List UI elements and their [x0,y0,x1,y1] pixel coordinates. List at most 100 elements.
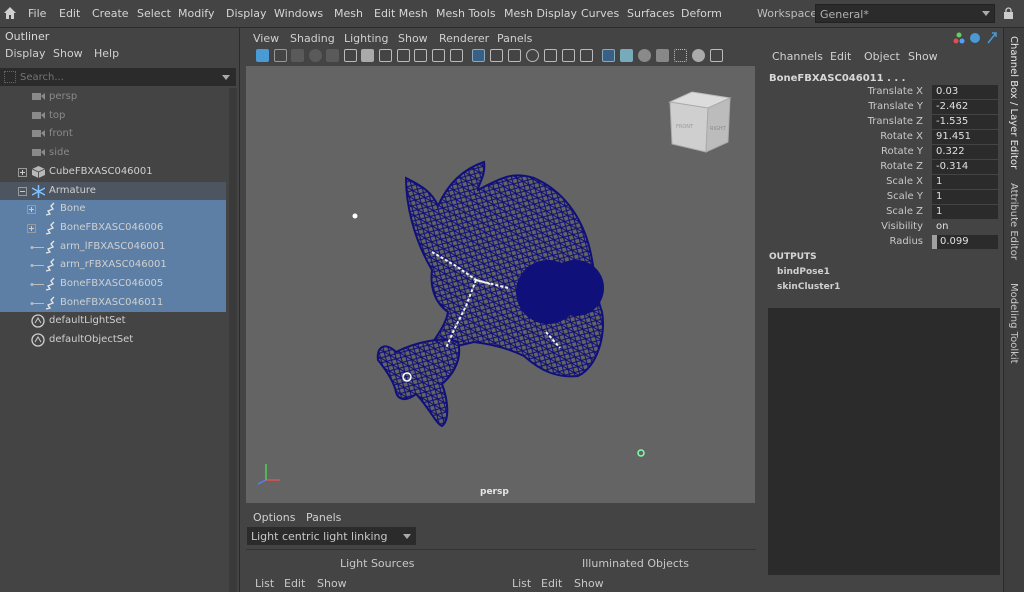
ll-right-list[interactable]: List [512,577,531,590]
attr-scale-z[interactable]: Scale Z 1 [762,205,998,220]
attr-value[interactable]: 1 [932,205,998,219]
viewport-menu-lighting[interactable]: Lighting [344,32,388,45]
outliner-item-top[interactable]: top [0,107,226,126]
menu-select[interactable]: Select [137,7,171,20]
attr-translate-z[interactable]: Translate Z -1.535 [762,115,998,130]
attr-value[interactable]: -0.314 [932,160,998,174]
attr-value[interactable]: 91.451 [932,130,998,144]
ambient-occlusion-icon[interactable] [710,49,723,62]
menu-deform[interactable]: Deform [681,7,722,20]
output-node[interactable]: bindPose1 [777,267,830,277]
wireframe-shaded-icon[interactable] [602,49,615,62]
menu-file[interactable]: File [28,7,46,20]
move-icon[interactable] [414,49,427,62]
menu-mesh-tools[interactable]: Mesh Tools [436,7,496,20]
tab-modeling-toolkit[interactable]: Modeling Toolkit [1004,283,1024,378]
viewport-menu-view[interactable]: View [253,32,279,45]
cb-menu-edit[interactable]: Edit [830,50,851,63]
expand-icon[interactable] [27,223,36,233]
outliner-search-input[interactable] [20,70,218,84]
attr-value[interactable]: 1 [932,175,998,189]
safe-title-icon[interactable] [580,49,593,62]
ll-menu-options[interactable]: Options [253,511,295,524]
selected-object-name[interactable]: BoneFBXASC046011 . . . [769,73,905,84]
workspace-dropdown[interactable]: General* [815,4,995,23]
gate-mask-icon[interactable] [526,49,539,62]
menu-modify[interactable]: Modify [178,7,214,20]
ll-right-show[interactable]: Show [574,577,604,590]
menu-edit[interactable]: Edit [59,7,80,20]
textured-icon[interactable] [656,49,669,62]
tab-channel-box[interactable]: Channel Box / Layer Editor [1004,36,1024,176]
outliner-item-cube[interactable]: CubeFBXASC046001 [0,163,226,182]
light-locator-icon[interactable] [637,449,645,457]
menu-display[interactable]: Display [226,7,267,20]
bookmark-icon[interactable] [291,49,304,62]
ll-right-edit[interactable]: Edit [541,577,562,590]
viewport-menu-show[interactable]: Show [398,32,428,45]
outliner-menu-display[interactable]: Display [5,47,46,60]
select-camera-icon[interactable] [256,49,269,62]
attr-radius[interactable]: Radius 0.099 [762,235,998,250]
menu-windows[interactable]: Windows [274,7,323,20]
attr-translate-y[interactable]: Translate Y -2.462 [762,100,998,115]
ll-left-list[interactable]: List [255,577,274,590]
field-chart-icon[interactable] [544,49,557,62]
outliner-item-persp[interactable]: persp [0,88,226,107]
viewport-3d[interactable]: FRONT RIGHT persp [246,66,755,503]
menu-mesh[interactable]: Mesh [334,7,363,20]
safe-frame-icon[interactable] [326,49,339,62]
eye-sphere[interactable] [548,260,604,316]
outliner-item-default-light-set[interactable]: defaultLightSet [0,312,226,331]
expand-icon[interactable] [18,167,27,177]
refresh-icon[interactable] [970,33,980,43]
frame-icon[interactable] [274,49,287,62]
cb-menu-channels[interactable]: Channels [772,50,823,63]
outliner-item-side[interactable]: side [0,144,226,163]
outliner-item-armature[interactable]: Armature [0,181,226,201]
layer-editor-area[interactable] [768,308,1000,575]
outliner-item-arm-r[interactable]: arm_rFBXASC046001 [0,256,226,275]
light-linking-mode-dropdown[interactable]: Light centric light linking [247,527,416,545]
attr-value[interactable]: 0.03 [932,85,998,99]
menu-curves[interactable]: Curves [581,7,619,20]
attr-rotate-x[interactable]: Rotate X 91.451 [762,130,998,145]
grid-icon[interactable] [472,49,485,62]
film-gate-icon[interactable] [490,49,503,62]
attr-scale-x[interactable]: Scale X 1 [762,175,998,190]
attr-value[interactable]: -1.535 [932,115,998,129]
ll-left-edit[interactable]: Edit [284,577,305,590]
resolution-gate-icon[interactable] [508,49,521,62]
chevron-down-icon[interactable] [222,75,230,80]
attr-value[interactable]: on [932,220,998,234]
ll-menu-panels[interactable]: Panels [306,511,341,524]
lock-icon[interactable] [1003,7,1014,19]
paint-icon[interactable] [450,49,463,62]
isolate-icon[interactable] [379,49,392,62]
attr-value[interactable]: 1 [932,190,998,204]
outliner-item-bone[interactable]: Bone [0,200,226,219]
shadows-icon[interactable] [692,49,705,62]
smooth-shade-icon[interactable] [620,49,633,62]
fish-mesh[interactable] [376,160,604,428]
safe-action-icon[interactable] [562,49,575,62]
ll-left-show[interactable]: Show [317,577,347,590]
viewport-menu-renderer[interactable]: Renderer [439,32,489,45]
default-material-icon[interactable] [638,49,651,62]
cb-menu-show[interactable]: Show [908,50,938,63]
attr-translate-x[interactable]: Translate X 0.03 [762,85,998,100]
menu-surfaces[interactable]: Surfaces [627,7,675,20]
attr-value[interactable]: 0.322 [932,145,998,159]
image-plane-icon[interactable] [309,49,322,62]
lights-icon[interactable] [674,49,687,62]
outliner-item-bone-006[interactable]: BoneFBXASC046006 [0,218,226,238]
attr-scale-y[interactable]: Scale Y 1 [762,190,998,205]
collapse-icon[interactable] [18,186,27,196]
node-editor-icon[interactable] [953,32,965,44]
attr-value[interactable]: 0.099 [932,235,998,249]
outliner-item-bone-011[interactable]: BoneFBXASC046011 [0,293,226,313]
outliner-item-bone-005[interactable]: BoneFBXASC046005 [0,275,226,294]
viewport-menu-panels[interactable]: Panels [497,32,532,45]
outliner-item-arm-l[interactable]: arm_lFBXASC046001 [0,237,226,257]
menu-edit-mesh[interactable]: Edit Mesh [374,7,428,20]
